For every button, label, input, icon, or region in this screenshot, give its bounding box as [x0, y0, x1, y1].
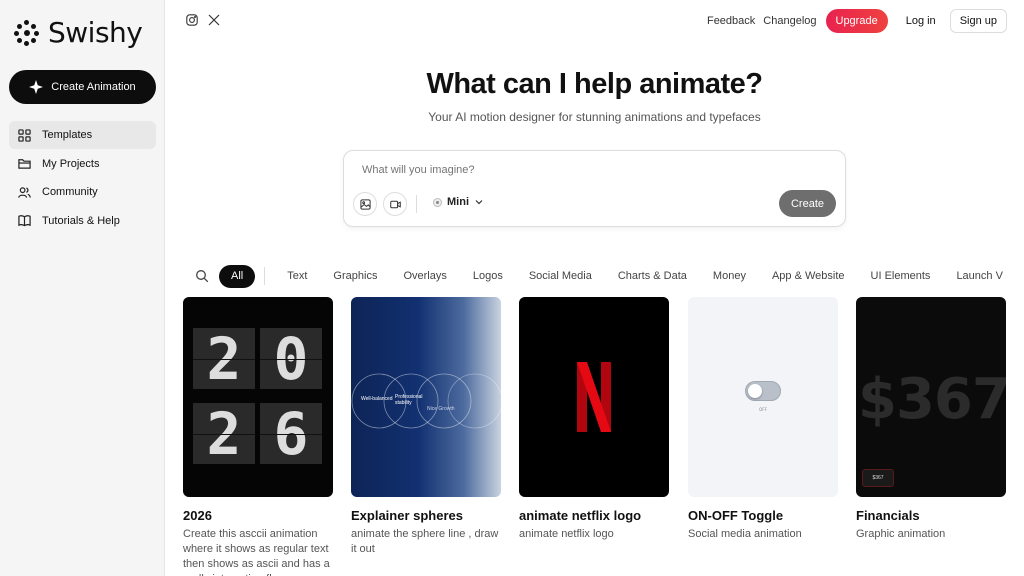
image-icon [359, 198, 371, 210]
instagram-icon[interactable] [186, 14, 198, 26]
toggle-graphic [745, 381, 781, 401]
card-description: Social media animation [688, 528, 802, 540]
sphere-label: Professional stability [395, 394, 423, 406]
video-icon [389, 200, 401, 208]
filter-overlays[interactable]: Overlays [403, 270, 446, 282]
template-thumbnail [519, 297, 669, 497]
signup-button[interactable]: Sign up [949, 9, 1007, 33]
filter-app-website[interactable]: App & Website [772, 270, 845, 282]
add-image-button[interactable] [353, 192, 377, 216]
create-animation-label: Create Animation [51, 81, 136, 93]
sphere-label: Nice Growth [427, 406, 455, 412]
template-thumbnail: Well-balanced Professional stability Nic… [351, 297, 501, 497]
sidebar: Swishy Create Animation Templates My Pro… [0, 0, 165, 576]
filter-all[interactable]: All [219, 264, 256, 288]
filter-ui-elements[interactable]: UI Elements [871, 270, 931, 282]
sidebar-item-tutorials[interactable]: Tutorials & Help [9, 207, 156, 235]
template-card-financials[interactable]: $367 $367 Financials Graphic animation [856, 297, 1006, 542]
filter-text[interactable]: Text [287, 270, 307, 282]
logo[interactable]: Swishy [14, 16, 143, 49]
changelog-link[interactable]: Changelog [763, 15, 816, 27]
filter-money[interactable]: Money [713, 270, 746, 282]
category-filters: All Text Graphics Overlays Logos Social … [195, 264, 1024, 288]
flip-digit: 2 [193, 325, 255, 393]
social-links [186, 14, 220, 26]
sidebar-item-label: My Projects [42, 157, 100, 170]
template-card-explainer-spheres[interactable]: Well-balanced Professional stability Nic… [351, 297, 501, 557]
template-thumbnail: $367 $367 [856, 297, 1006, 497]
filter-logos[interactable]: Logos [473, 270, 503, 282]
sidebar-item-label: Tutorials & Help [42, 214, 120, 227]
sidebar-nav: Templates My Projects Community Tutorial… [9, 121, 156, 235]
search-icon[interactable] [195, 269, 209, 283]
flip-digit: 0 [260, 325, 322, 393]
filter-divider [264, 267, 266, 285]
template-thumbnail: 2 0 2 6 [183, 297, 333, 497]
card-description: animate netflix logo [519, 528, 614, 540]
book-icon [18, 215, 31, 227]
upgrade-button[interactable]: Upgrade [825, 9, 888, 33]
template-card-toggle[interactable]: OFF ON-OFF Toggle Social media animation [688, 297, 838, 542]
card-title: animate netflix logo [519, 508, 642, 523]
card-title: ON-OFF Toggle [688, 508, 784, 523]
page-subtitle: Your AI motion designer for stunning ani… [428, 110, 761, 124]
chevron-down-icon [475, 200, 483, 205]
prompt-create-button[interactable]: Create [779, 190, 836, 217]
financial-chip: $367 [862, 469, 894, 487]
sparkle-icon [29, 80, 44, 94]
feedback-link[interactable]: Feedback [707, 15, 755, 27]
card-description: animate the sphere line , draw it out [351, 528, 499, 555]
filter-launch[interactable]: Launch V [956, 270, 1002, 282]
folder-icon [18, 159, 31, 169]
flip-digit: 6 [260, 400, 322, 468]
sphere-label: Well-balanced [361, 396, 393, 402]
card-title: Explainer spheres [351, 508, 463, 523]
card-title: 2026 [183, 508, 212, 523]
toolbar-divider [416, 195, 417, 213]
financial-value: $367 [858, 367, 1006, 432]
page-title: What can I help animate? [426, 68, 763, 100]
template-card-netflix[interactable]: animate netflix logo animate netflix log… [519, 297, 669, 542]
filter-social-media[interactable]: Social Media [529, 270, 592, 282]
flip-digit: 2 [193, 400, 255, 468]
grid-icon [18, 128, 31, 142]
template-card-2026[interactable]: 2 0 2 6 2026 Create this asccii animatio… [183, 297, 333, 576]
add-video-button[interactable] [383, 192, 407, 216]
sidebar-item-my-projects[interactable]: My Projects [9, 150, 156, 178]
x-icon[interactable] [208, 14, 220, 26]
card-title: Financials [856, 508, 920, 523]
users-icon [18, 186, 31, 198]
template-thumbnail: OFF [688, 297, 838, 497]
card-description: Create this asccii animation where it sh… [183, 528, 330, 576]
sidebar-item-label: Templates [42, 129, 93, 141]
model-icon [433, 197, 442, 207]
header-actions: Feedback Changelog Upgrade Log in Sign u… [707, 9, 1007, 33]
model-selector[interactable]: Mini [433, 196, 484, 208]
filter-graphics[interactable]: Graphics [333, 270, 377, 282]
toggle-state-label: OFF [759, 407, 767, 412]
sidebar-item-label: Community [42, 186, 98, 198]
prompt-input[interactable] [362, 164, 762, 176]
netflix-logo-icon [577, 362, 611, 432]
card-description: Graphic animation [856, 528, 946, 540]
login-button[interactable]: Log in [906, 15, 936, 27]
logo-text: Swishy [48, 16, 143, 49]
logo-mark-icon [14, 19, 40, 46]
sidebar-item-templates[interactable]: Templates [9, 121, 156, 149]
sidebar-item-community[interactable]: Community [9, 178, 156, 206]
filter-charts-data[interactable]: Charts & Data [618, 270, 687, 282]
create-animation-button[interactable]: Create Animation [9, 70, 156, 104]
model-label: Mini [447, 196, 469, 208]
prompt-box: Mini Create [343, 150, 846, 227]
